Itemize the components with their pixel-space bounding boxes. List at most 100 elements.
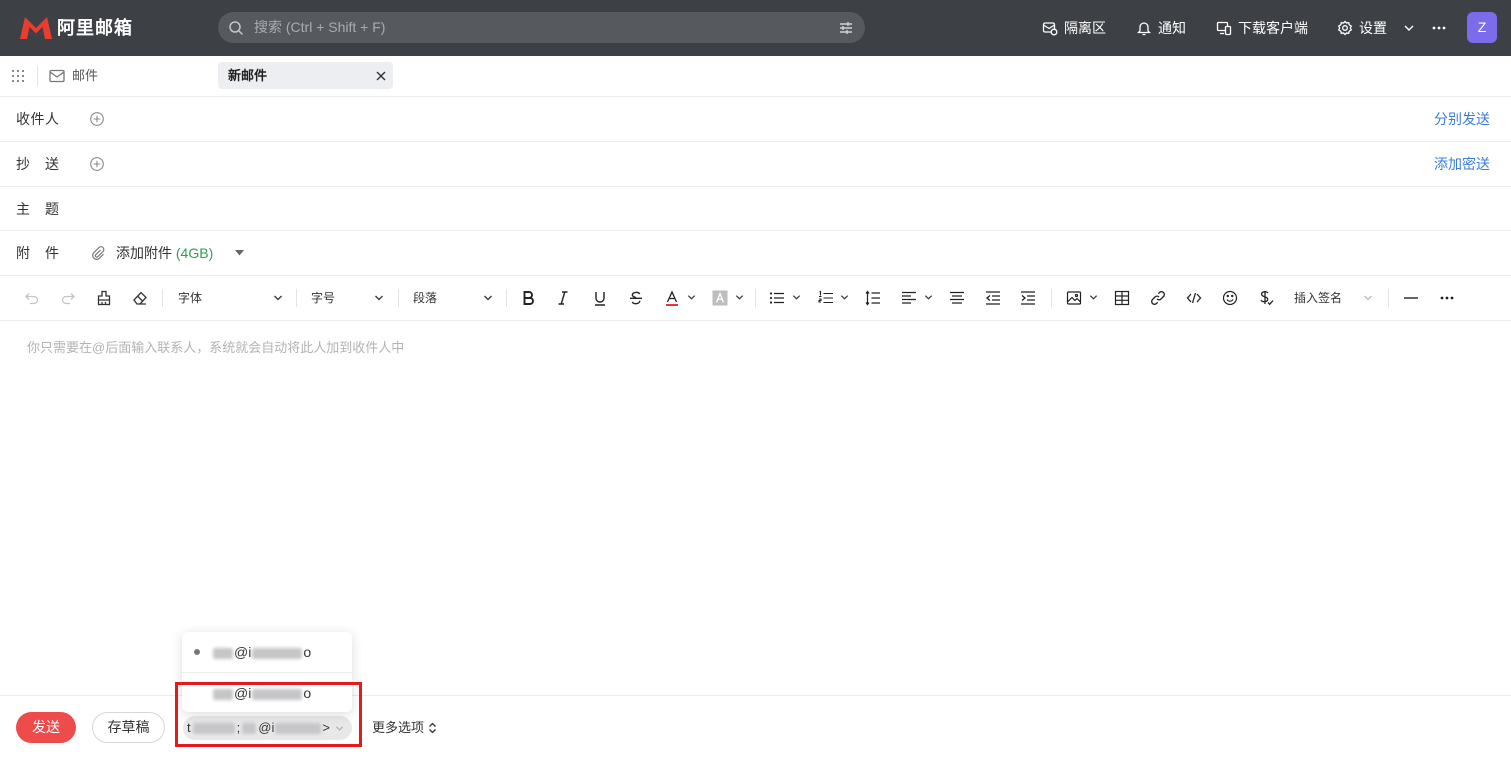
top-bar: 阿里邮箱 搜索 (Ctrl + Shift + F) 隔离区 通知 下载客户端 … bbox=[0, 0, 1511, 56]
chevron-down-icon bbox=[687, 293, 696, 302]
subject-input[interactable] bbox=[90, 190, 1490, 228]
line-height-button[interactable] bbox=[864, 289, 882, 307]
more-horizontal-icon bbox=[1440, 296, 1454, 300]
tab-new-mail[interactable]: 新邮件 bbox=[218, 62, 393, 89]
paperclip-icon bbox=[91, 246, 105, 260]
more-options-button[interactable]: 更多选项 bbox=[372, 718, 436, 738]
download-client-button[interactable]: 下载客户端 bbox=[1216, 18, 1310, 38]
font-color-icon bbox=[664, 290, 680, 306]
redo-button[interactable] bbox=[59, 289, 77, 307]
more-icon[interactable] bbox=[1432, 22, 1446, 34]
notifications-label: 通知 bbox=[1158, 20, 1186, 36]
redacted-block bbox=[275, 723, 322, 735]
link-icon bbox=[1151, 291, 1165, 305]
insert-signature-label: 插入签名 bbox=[1294, 291, 1343, 305]
paragraph-value: 段落 bbox=[413, 291, 438, 305]
eraser-icon bbox=[133, 291, 147, 305]
italic-button[interactable] bbox=[554, 289, 572, 307]
bold-button[interactable] bbox=[519, 289, 537, 307]
sender-option[interactable]: @i o bbox=[182, 632, 352, 672]
to-input[interactable] bbox=[110, 100, 1410, 138]
chevron-down-icon[interactable] bbox=[1403, 22, 1415, 34]
indent-button[interactable] bbox=[1019, 289, 1037, 307]
logo-icon[interactable] bbox=[20, 16, 52, 40]
apps-grid-icon[interactable] bbox=[12, 70, 24, 82]
numbered-list-button[interactable] bbox=[817, 289, 853, 307]
notifications-button[interactable]: 通知 bbox=[1136, 18, 1188, 38]
add-attachment-label: 添加附件 (4GB) bbox=[116, 245, 214, 261]
highlight-color-button[interactable] bbox=[711, 289, 747, 307]
filter-icon[interactable] bbox=[838, 20, 854, 36]
cc-input[interactable] bbox=[110, 145, 1410, 183]
signature-button[interactable] bbox=[1257, 289, 1275, 307]
align-button[interactable] bbox=[900, 289, 936, 307]
undo-button[interactable] bbox=[23, 289, 41, 307]
toolbar-separator bbox=[162, 289, 163, 307]
add-bcc-link[interactable]: 添加密送 bbox=[1434, 154, 1490, 174]
redacted-block bbox=[213, 647, 233, 659]
italic-icon bbox=[558, 291, 568, 305]
nav-mail-label: 邮件 bbox=[72, 68, 99, 83]
code-icon bbox=[1186, 292, 1202, 304]
justify-icon bbox=[950, 291, 964, 304]
sender-option[interactable]: @i o bbox=[182, 673, 352, 713]
indent-icon bbox=[1021, 291, 1035, 305]
search-bar[interactable]: 搜索 (Ctrl + Shift + F) bbox=[218, 12, 865, 43]
font-size-select[interactable]: 字号 bbox=[305, 288, 387, 308]
horizontal-rule-button[interactable] bbox=[1402, 289, 1420, 307]
cc-label: 抄 送 bbox=[16, 156, 59, 172]
close-icon[interactable] bbox=[376, 71, 386, 81]
outdent-button[interactable] bbox=[984, 289, 1002, 307]
insert-image-button[interactable] bbox=[1065, 289, 1101, 307]
sender-select-value: t; @i > bbox=[187, 720, 330, 735]
redacted-block bbox=[213, 688, 233, 700]
insert-signature-select[interactable]: 插入签名 bbox=[1288, 288, 1378, 308]
bulleted-list-icon bbox=[769, 290, 785, 306]
nav-mail[interactable]: 邮件 bbox=[49, 66, 103, 86]
logo-text[interactable]: 阿里邮箱 bbox=[57, 16, 133, 40]
more-tools-button[interactable] bbox=[1438, 289, 1456, 307]
save-draft-button[interactable]: 存草稿 bbox=[92, 712, 165, 743]
search-placeholder: 搜索 (Ctrl + Shift + F) bbox=[254, 19, 386, 35]
avatar[interactable]: Z bbox=[1467, 12, 1497, 43]
chevron-down-icon bbox=[483, 293, 493, 303]
toolbar-separator bbox=[755, 289, 756, 307]
download-client-icon bbox=[1216, 20, 1232, 36]
search-icon bbox=[228, 20, 244, 36]
horizontal-rule-icon bbox=[1404, 297, 1418, 299]
format-painter-button[interactable] bbox=[95, 289, 113, 307]
line-height-icon bbox=[865, 290, 880, 306]
toolbar-separator bbox=[1051, 289, 1052, 307]
numbered-list-icon bbox=[818, 290, 834, 306]
insert-emoji-button[interactable] bbox=[1221, 289, 1239, 307]
bulleted-list-button[interactable] bbox=[768, 289, 804, 307]
strikethrough-button[interactable] bbox=[627, 289, 645, 307]
add-attachment-button[interactable]: 添加附件 (4GB) bbox=[90, 243, 250, 263]
paragraph-select[interactable]: 段落 bbox=[407, 288, 497, 308]
underline-button[interactable] bbox=[591, 289, 609, 307]
font-color-button[interactable] bbox=[663, 289, 699, 307]
chevron-down-icon bbox=[335, 724, 344, 733]
nav-divider bbox=[37, 66, 38, 86]
send-button[interactable]: 发送 bbox=[16, 712, 76, 743]
caret-down-icon[interactable] bbox=[235, 250, 244, 256]
insert-link-button[interactable] bbox=[1149, 289, 1167, 307]
justify-button[interactable] bbox=[948, 289, 966, 307]
divider bbox=[0, 141, 1511, 142]
settings-button[interactable]: 设置 bbox=[1337, 18, 1389, 38]
insert-code-button[interactable] bbox=[1185, 289, 1203, 307]
quarantine-button[interactable]: 隔离区 bbox=[1042, 18, 1108, 38]
toolbar-separator bbox=[296, 289, 297, 307]
mail-icon bbox=[49, 69, 65, 83]
add-circle-icon[interactable] bbox=[90, 112, 104, 126]
font-family-select[interactable]: 字体 bbox=[172, 288, 287, 308]
sender-select[interactable]: t; @i > bbox=[183, 716, 352, 740]
eraser-button[interactable] bbox=[131, 289, 149, 307]
separate-send-link[interactable]: 分别发送 bbox=[1434, 109, 1490, 129]
insert-table-button[interactable] bbox=[1113, 289, 1131, 307]
add-circle-icon[interactable] bbox=[90, 157, 104, 171]
font-family-value: 字体 bbox=[178, 291, 203, 305]
format-painter-icon bbox=[97, 290, 111, 306]
redacted-block bbox=[252, 647, 303, 659]
redacted-block bbox=[242, 723, 257, 735]
